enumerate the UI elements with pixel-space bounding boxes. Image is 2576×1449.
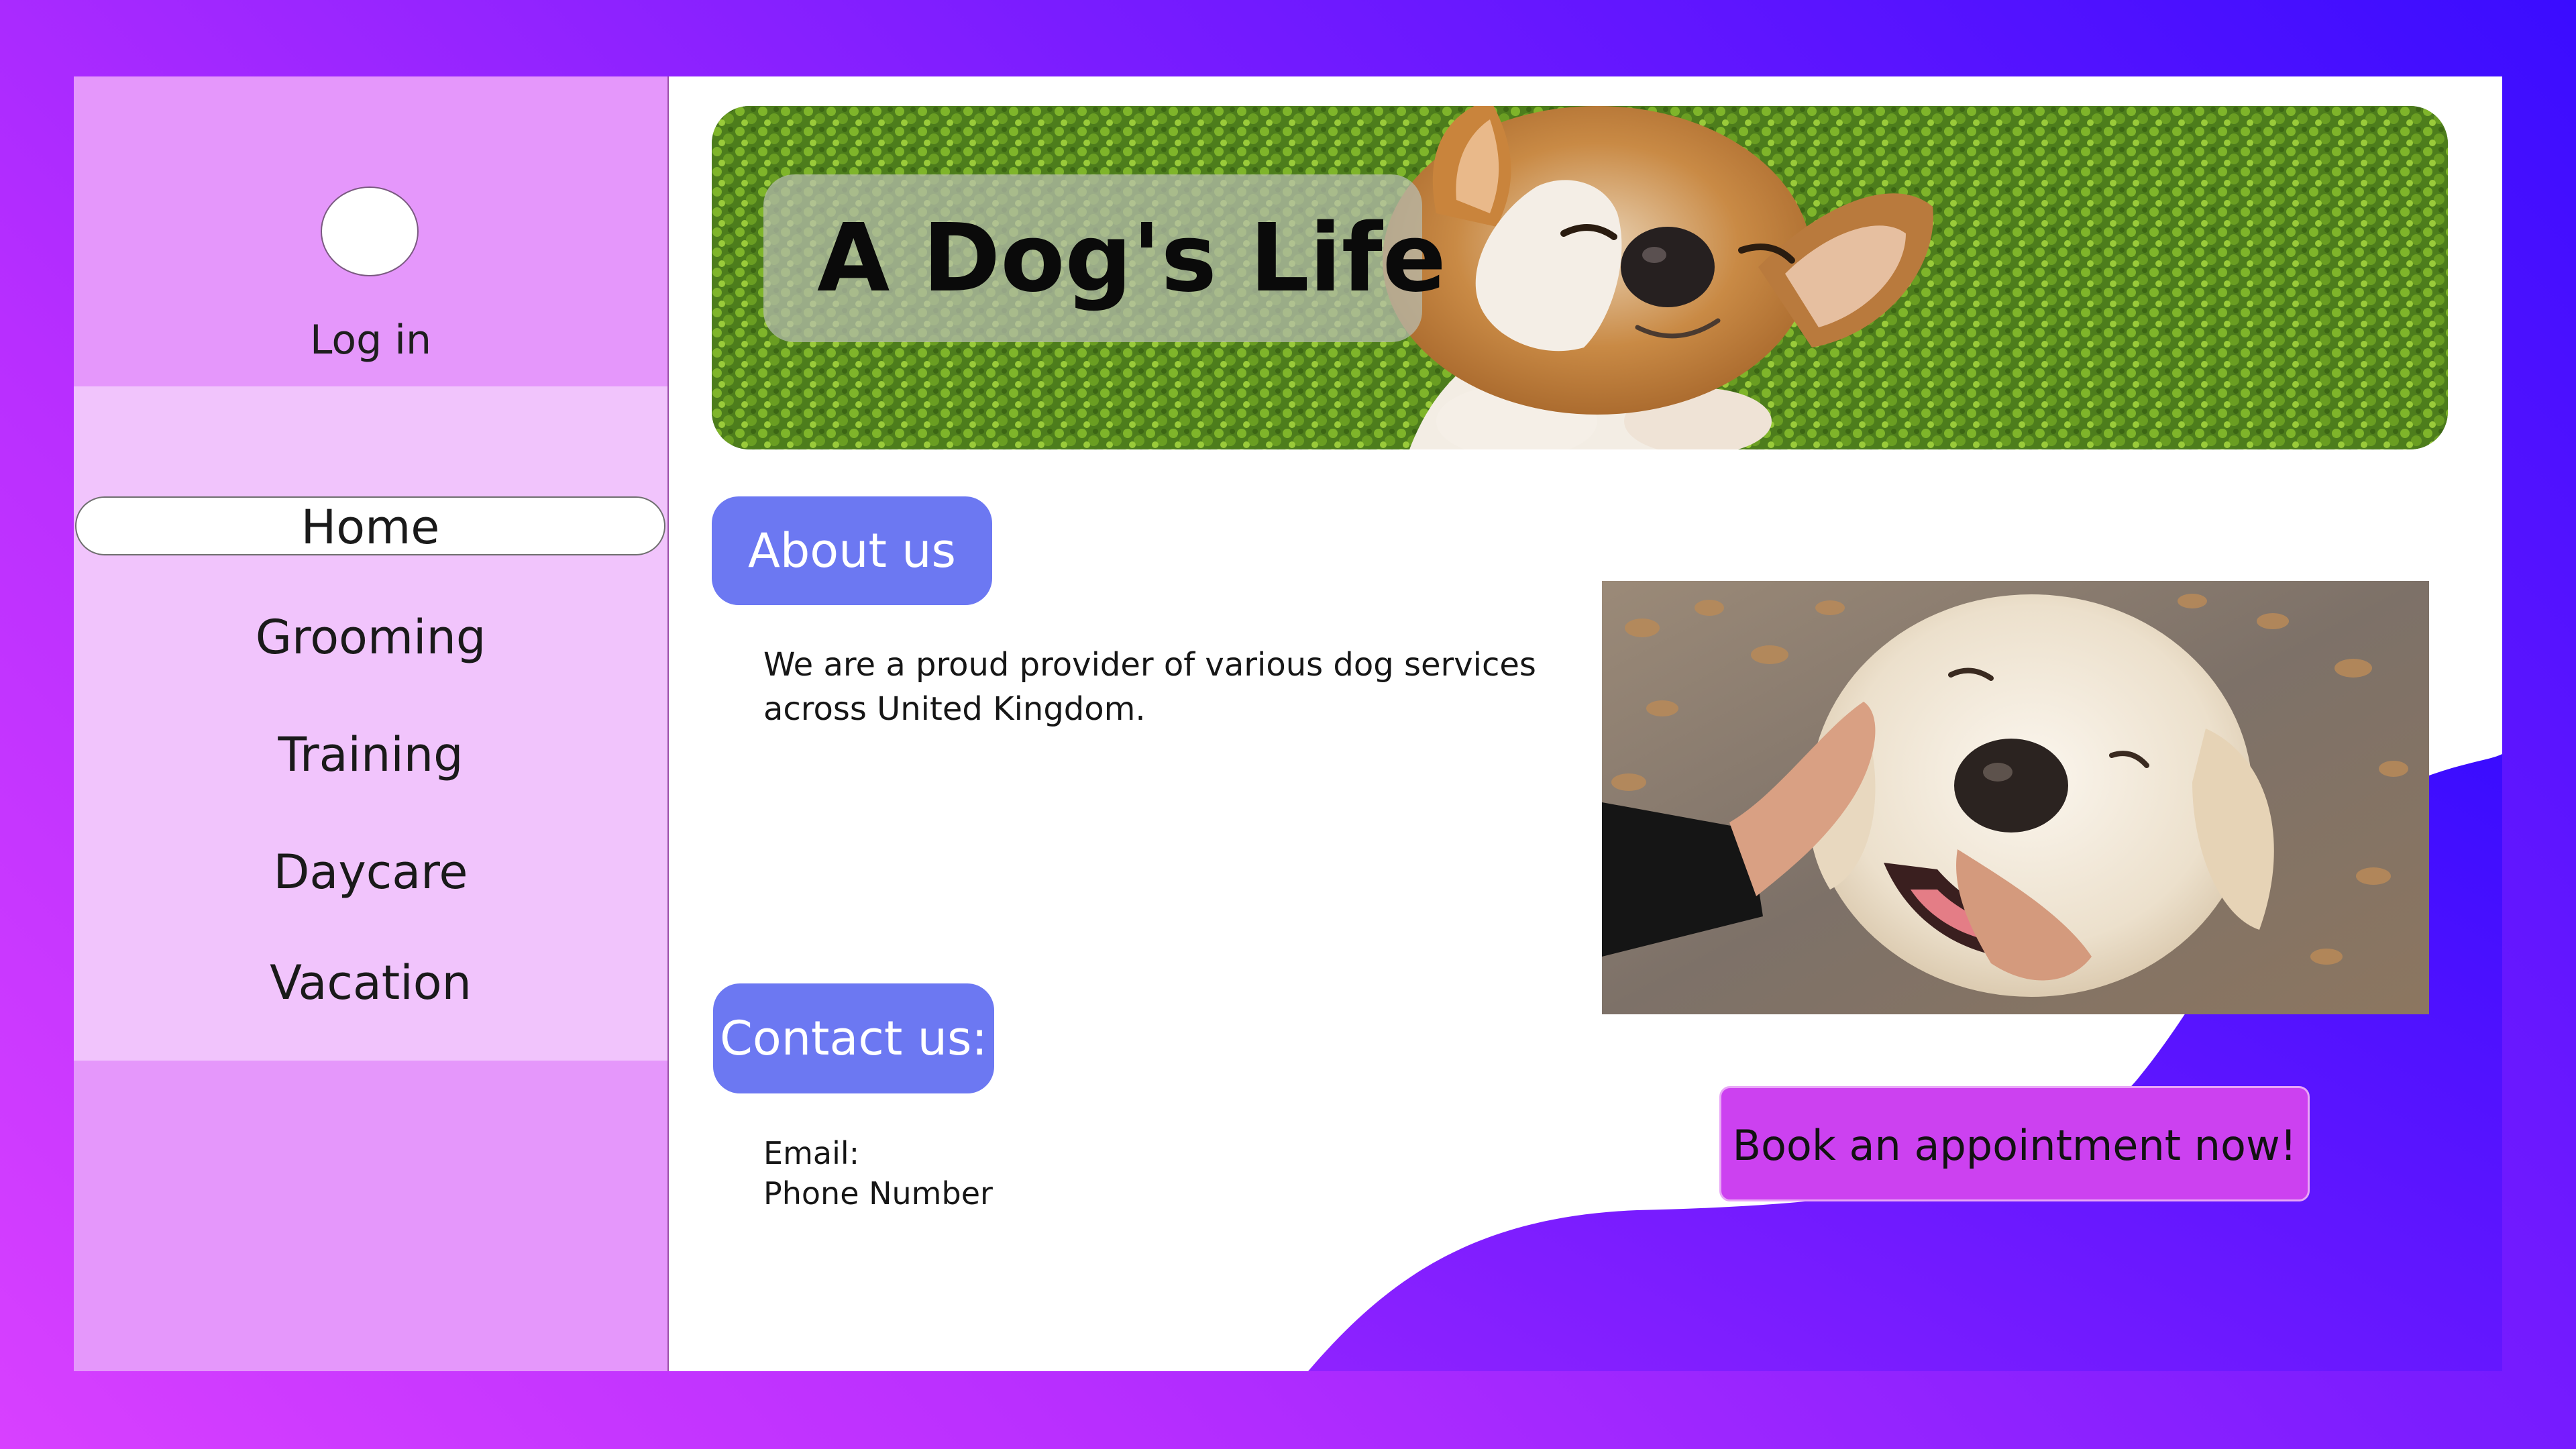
contact-email-label: Email: (763, 1135, 860, 1171)
golden-retriever-image (1602, 581, 2429, 1014)
header-banner: A Dog's Life (712, 106, 2448, 449)
contact-phone-label: Phone Number (763, 1175, 993, 1212)
page-frame: Log in Home Grooming Training Daycare Va… (74, 76, 2502, 1371)
sidebar: Log in Home Grooming Training Daycare Va… (74, 76, 669, 1371)
nav-item-daycare[interactable]: Daycare (74, 845, 667, 900)
user-avatar-icon[interactable] (321, 186, 419, 276)
dog-photo (1602, 581, 2429, 1014)
contact-us-heading: Contact us: (713, 983, 994, 1093)
nav-item-training[interactable]: Training (74, 727, 667, 782)
page-title: A Dog's Life (817, 204, 1446, 313)
nav-item-home[interactable]: Home (75, 496, 665, 555)
nav-item-grooming[interactable]: Grooming (74, 610, 667, 665)
nav-item-vacation[interactable]: Vacation (74, 955, 667, 1010)
book-appointment-button[interactable]: Book an appointment now! (1719, 1086, 2310, 1201)
title-box: A Dog's Life (763, 174, 1446, 342)
login-link[interactable]: Log in (74, 317, 667, 364)
about-us-text: We are a proud provider of various dog s… (763, 646, 1536, 728)
about-us-heading: About us (712, 496, 992, 605)
